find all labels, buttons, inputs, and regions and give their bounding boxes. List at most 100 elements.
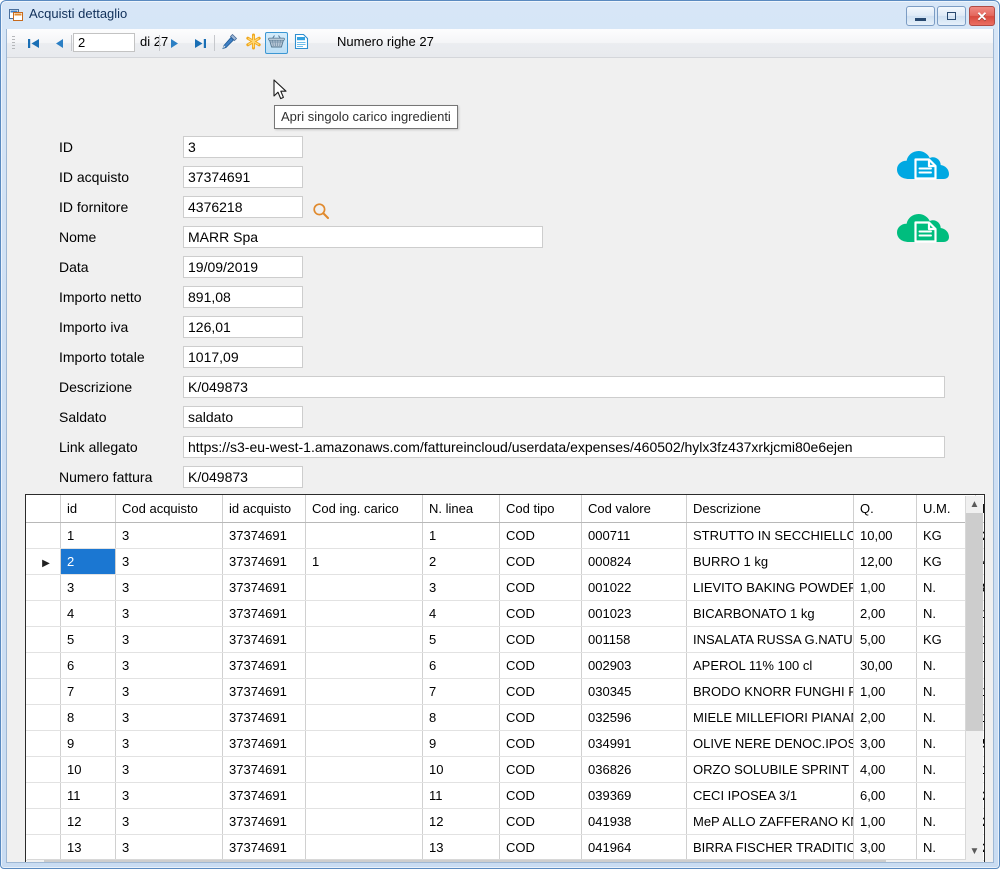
row-selector-cell[interactable]: ▶ [26, 548, 61, 575]
cell-descrizione[interactable]: MIELE MILLEFIORI PIANAMI... [686, 704, 854, 731]
vertical-scrollbar[interactable]: ▲ ▼ [965, 496, 983, 860]
column-header-cod-tipo[interactable]: Cod tipo [499, 495, 582, 523]
cell-descrizione[interactable]: LIEVITO BAKING POWDER ... [686, 574, 854, 601]
title-bar[interactable]: Acquisti dettaglio ✕ [1, 1, 999, 29]
cell-cod-ing-carico[interactable] [305, 522, 423, 549]
cell-descrizione[interactable]: INSALATA RUSSA G.NATU... [686, 626, 854, 653]
cell-cod-acquisto[interactable]: 3 [115, 652, 223, 679]
field-id[interactable]: 3 [183, 136, 303, 158]
cell-cod-tipo[interactable]: COD [499, 782, 582, 809]
cell-cod-tipo[interactable]: COD [499, 808, 582, 835]
cell-cod-ing-carico[interactable] [305, 808, 423, 835]
cell-n-linea[interactable]: 10 [422, 756, 500, 783]
cell-id[interactable]: 6 [60, 652, 116, 679]
table-row[interactable]: ▶233737469112COD000824BURRO 1 kg12,00KG4… [26, 548, 984, 575]
field-saldato[interactable]: saldato [183, 406, 303, 428]
cell-cod-acquisto[interactable]: 3 [115, 730, 223, 757]
cell-id-acquisto[interactable]: 37374691 [222, 730, 306, 757]
cell-cod-valore[interactable]: 041964 [581, 834, 687, 861]
cell-q[interactable]: 12,00 [853, 548, 917, 575]
cell-id-acquisto[interactable]: 37374691 [222, 782, 306, 809]
cell-q[interactable]: 1,00 [853, 808, 917, 835]
cell-cod-tipo[interactable]: COD [499, 704, 582, 731]
cell-n-linea[interactable]: 11 [422, 782, 500, 809]
column-header-q[interactable]: Q. [853, 495, 917, 523]
cell-cod-tipo[interactable]: COD [499, 548, 582, 575]
cell-q[interactable]: 10,00 [853, 522, 917, 549]
column-header-n-linea[interactable]: N. linea [422, 495, 500, 523]
row-selector-cell[interactable] [26, 522, 61, 549]
field-link-allegato[interactable]: https://s3-eu-west-1.amazonaws.com/fattu… [183, 436, 945, 458]
cell-id-acquisto[interactable]: 37374691 [222, 522, 306, 549]
row-selector-cell[interactable] [26, 834, 61, 861]
cell-cod-acquisto[interactable]: 3 [115, 548, 223, 575]
cell-cod-valore[interactable]: 034991 [581, 730, 687, 757]
document-button[interactable] [290, 32, 312, 54]
cell-n-linea[interactable]: 6 [422, 652, 500, 679]
toolbar-grip[interactable] [12, 36, 15, 50]
cell-cod-ing-carico[interactable]: 1 [305, 548, 423, 575]
first-record-button[interactable] [21, 32, 45, 54]
cell-q[interactable]: 6,00 [853, 782, 917, 809]
row-selector-cell[interactable] [26, 678, 61, 705]
vertical-scrollbar-thumb[interactable] [966, 513, 983, 731]
cell-descrizione[interactable]: BURRO 1 kg [686, 548, 854, 575]
row-selector-cell[interactable] [26, 652, 61, 679]
cell-cod-acquisto[interactable]: 3 [115, 600, 223, 627]
chevron-right-icon[interactable]: ▶ [949, 860, 966, 862]
cell-cod-valore[interactable]: 001158 [581, 626, 687, 653]
cell-id-acquisto[interactable]: 37374691 [222, 548, 306, 575]
cell-cod-ing-carico[interactable] [305, 652, 423, 679]
table-row[interactable]: 5 3 37374691 5 COD 001158 INSALATA RUSSA G.NAT… [26, 626, 984, 653]
cell-cod-acquisto[interactable]: 3 [115, 626, 223, 653]
cell-id-acquisto[interactable]: 37374691 [222, 756, 306, 783]
cell-descrizione[interactable]: APEROL 11% 100 cl [686, 652, 854, 679]
cell-cod-tipo[interactable]: COD [499, 574, 582, 601]
cell-n-linea[interactable]: 13 [422, 834, 500, 861]
cell-n-linea[interactable]: 1 [422, 522, 500, 549]
cell-cod-ing-carico[interactable] [305, 678, 423, 705]
cell-cod-ing-carico[interactable] [305, 834, 423, 861]
cell-id-acquisto[interactable]: 37374691 [222, 626, 306, 653]
cell-id-acquisto[interactable]: 37374691 [222, 808, 306, 835]
cell-descrizione[interactable]: BICARBONATO 1 kg [686, 600, 854, 627]
cell-cod-acquisto[interactable]: 3 [115, 522, 223, 549]
column-header-cod-ing-carico[interactable]: Cod ing. carico [305, 495, 423, 523]
cell-q[interactable]: 5,00 [853, 626, 917, 653]
cell-descrizione[interactable]: STRUTTO IN SECCHIELLO ... [686, 522, 854, 549]
cell-n-linea[interactable]: 2 [422, 548, 500, 575]
cell-q[interactable]: 3,00 [853, 730, 917, 757]
record-position-input[interactable]: 2 [73, 33, 135, 52]
cell-descrizione[interactable]: ORZO SOLUBILE SPRINT D... [686, 756, 854, 783]
field-importo-totale[interactable]: 1017,09 [183, 346, 303, 368]
cell-cod-valore[interactable]: 001022 [581, 574, 687, 601]
row-selector-cell[interactable] [26, 574, 61, 601]
previous-record-button[interactable] [48, 32, 70, 54]
cell-id-acquisto[interactable]: 37374691 [222, 834, 306, 861]
cell-cod-acquisto[interactable]: 3 [115, 704, 223, 731]
cell-descrizione[interactable]: CECI IPOSEA 3/1 [686, 782, 854, 809]
cell-cod-ing-carico[interactable] [305, 704, 423, 731]
cell-q[interactable]: 3,00 [853, 834, 917, 861]
close-button[interactable]: ✕ [969, 6, 995, 26]
field-descrizione[interactable]: K/049873 [183, 376, 945, 398]
cell-id[interactable]: 13 [60, 834, 116, 861]
open-single-ingredient-load-button[interactable] [265, 32, 288, 54]
cell-cod-tipo[interactable]: COD [499, 834, 582, 861]
maximize-button[interactable] [937, 6, 966, 26]
cell-id[interactable]: 10 [60, 756, 116, 783]
field-importo-netto[interactable]: 891,08 [183, 286, 303, 308]
cell-cod-tipo[interactable]: COD [499, 600, 582, 627]
cell-id-acquisto[interactable]: 37374691 [222, 652, 306, 679]
row-selector-cell[interactable] [26, 756, 61, 783]
cell-cod-valore[interactable]: 001023 [581, 600, 687, 627]
column-header-id[interactable]: id [60, 495, 116, 523]
cell-cod-acquisto[interactable]: 3 [115, 808, 223, 835]
cell-cod-ing-carico[interactable] [305, 730, 423, 757]
column-header-cod-acquisto[interactable]: Cod acquisto [115, 495, 223, 523]
column-header-descrizione[interactable]: Descrizione [686, 495, 854, 523]
cell-cod-tipo[interactable]: COD [499, 756, 582, 783]
table-row[interactable]: 73373746917COD030345BRODO KNORR FUNGHI P… [26, 678, 984, 705]
row-selector-cell[interactable] [26, 600, 61, 627]
cell-cod-ing-carico[interactable] [305, 756, 423, 783]
